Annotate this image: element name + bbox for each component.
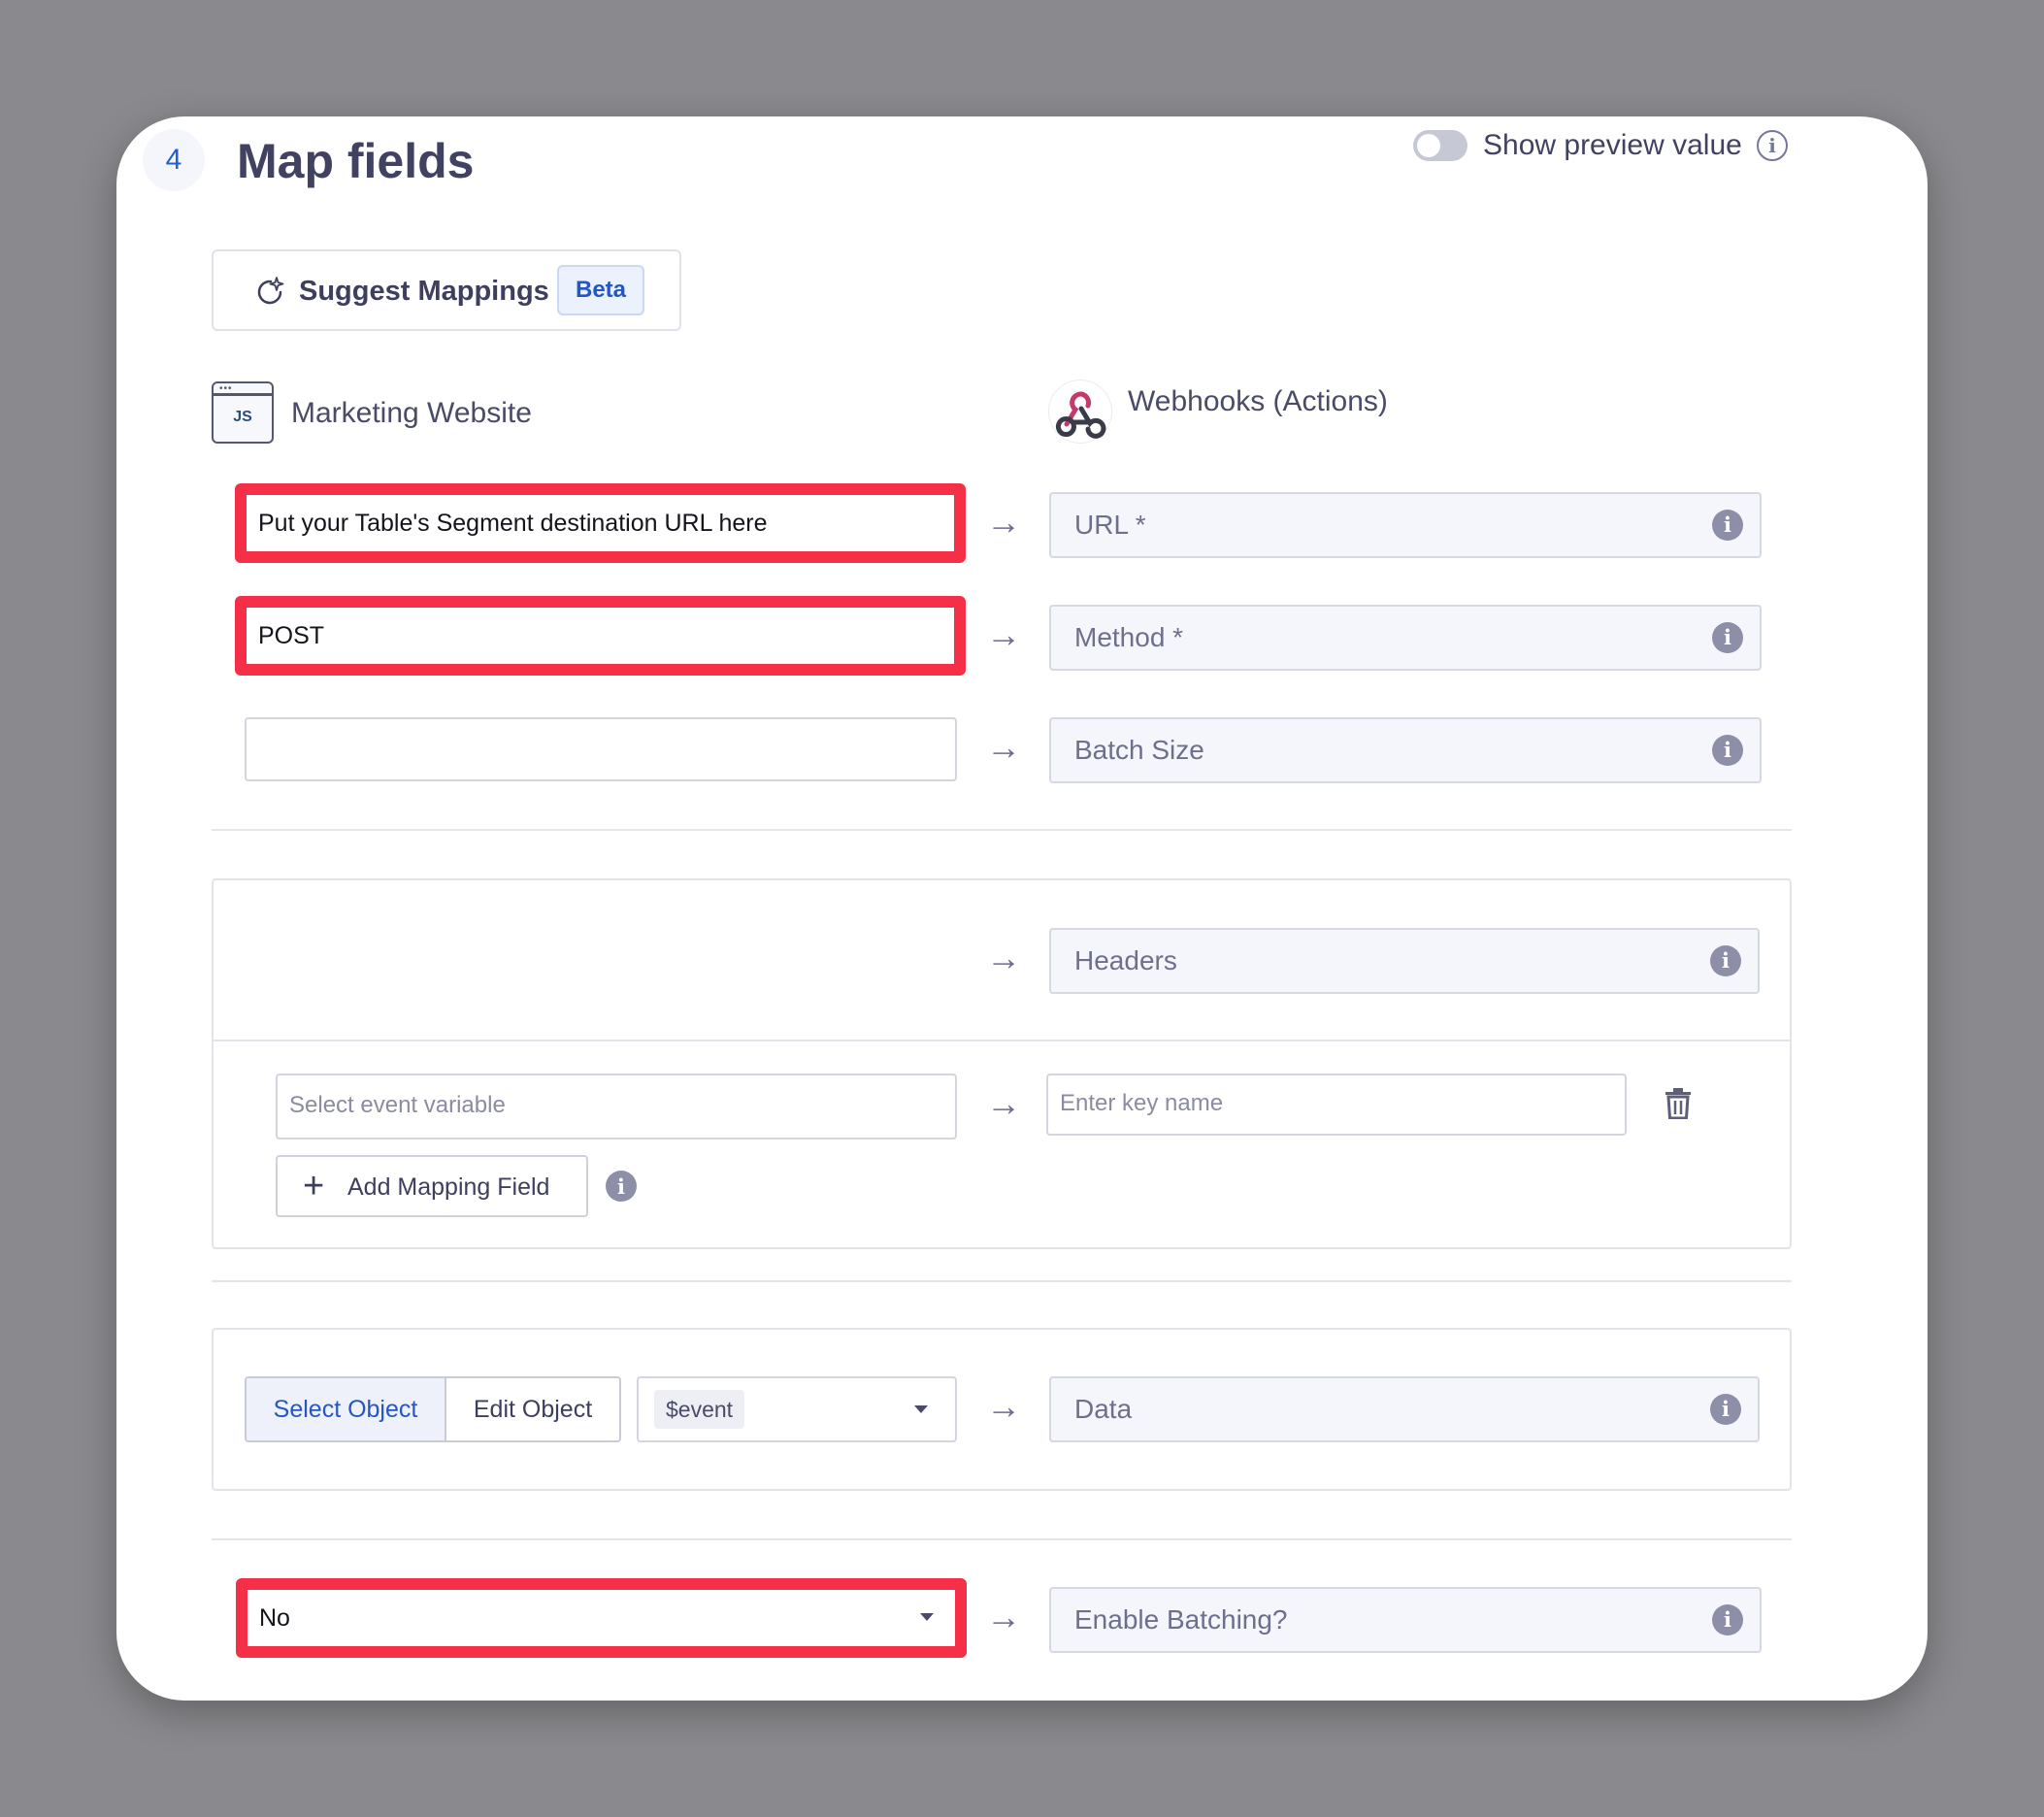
url-source-value: Put your Table's Segment destination URL… xyxy=(258,510,768,537)
arrow-right-icon: → xyxy=(986,727,1021,767)
data-panel: Select Object Edit Object $event → Data … xyxy=(212,1328,1792,1491)
batch-size-target-label: Batch Size xyxy=(1074,735,1204,765)
source-name: Marketing Website xyxy=(291,397,532,429)
batching-source-value: No xyxy=(259,1604,290,1632)
chevron-down-icon xyxy=(920,1613,934,1621)
method-target-field: Method * i xyxy=(1049,605,1762,671)
batching-source-select[interactable]: No xyxy=(236,1578,967,1658)
data-target-label: Data xyxy=(1074,1394,1133,1424)
arrow-right-icon: → xyxy=(986,1083,1021,1123)
window-bar xyxy=(214,393,272,396)
event-chip: $event xyxy=(654,1390,745,1429)
divider xyxy=(212,829,1792,831)
event-object-select[interactable]: $event xyxy=(637,1376,957,1442)
edit-object-tab[interactable]: Edit Object xyxy=(446,1378,619,1440)
beta-badge: Beta xyxy=(557,265,644,315)
url-target-field: URL * i xyxy=(1049,492,1762,558)
batching-target-field: Enable Batching? i xyxy=(1049,1587,1762,1653)
suggest-mappings-label: Suggest Mappings xyxy=(299,276,549,307)
info-icon[interactable]: i xyxy=(1712,735,1743,766)
method-source-field[interactable]: POST xyxy=(235,596,966,676)
preview-toggle[interactable] xyxy=(1413,130,1467,161)
batch-size-source-field[interactable] xyxy=(245,717,957,781)
sparkle-refresh-icon xyxy=(257,277,284,305)
javascript-source-icon: ••• JS xyxy=(212,381,274,444)
map-fields-card: 4 Map fields Show preview value i Sugges… xyxy=(116,116,1928,1701)
divider xyxy=(214,1040,1790,1041)
info-icon[interactable]: i xyxy=(1757,130,1788,161)
preview-toggle-label: Show preview value xyxy=(1483,129,1742,161)
select-object-tab[interactable]: Select Object xyxy=(247,1378,446,1440)
data-target-field: Data i xyxy=(1049,1376,1760,1442)
headers-target-label: Headers xyxy=(1074,945,1177,975)
add-mapping-field-label: Add Mapping Field xyxy=(347,1173,550,1201)
divider xyxy=(212,1280,1792,1282)
headers-target-field: Headers i xyxy=(1049,928,1760,994)
arrow-right-icon: → xyxy=(986,502,1021,542)
page-title: Map fields xyxy=(237,134,475,188)
batching-target-label: Enable Batching? xyxy=(1074,1604,1288,1635)
method-target-label: Method * xyxy=(1074,622,1184,652)
trash-icon[interactable] xyxy=(1664,1088,1693,1119)
info-icon[interactable]: i xyxy=(1710,945,1741,976)
step-number-badge: 4 xyxy=(143,129,205,191)
arrow-right-icon: → xyxy=(986,1597,1021,1636)
info-icon[interactable]: i xyxy=(1710,1394,1741,1425)
js-label: JS xyxy=(233,409,252,425)
arrow-right-icon: → xyxy=(986,614,1021,654)
add-mapping-field-button[interactable]: + Add Mapping Field xyxy=(276,1155,588,1217)
window-dots: ••• xyxy=(219,383,233,394)
suggest-mappings-button[interactable]: Suggest Mappings Beta xyxy=(212,249,681,331)
divider xyxy=(212,1538,1792,1540)
info-icon[interactable]: i xyxy=(1712,510,1743,541)
arrow-right-icon: → xyxy=(986,938,1021,977)
plus-icon: + xyxy=(303,1166,325,1206)
key-name-input[interactable]: Enter key name xyxy=(1046,1074,1627,1136)
toggle-knob xyxy=(1417,134,1440,157)
event-variable-select[interactable]: Select event variable xyxy=(276,1074,957,1140)
info-icon[interactable]: i xyxy=(1712,622,1743,653)
webhook-icon xyxy=(1048,380,1112,444)
url-source-field[interactable]: Put your Table's Segment destination URL… xyxy=(235,483,966,563)
destination-name: Webhooks (Actions) xyxy=(1128,385,1388,417)
method-source-value: POST xyxy=(258,622,325,649)
url-target-label: URL * xyxy=(1074,510,1146,540)
info-icon[interactable]: i xyxy=(1712,1604,1743,1635)
object-mode-switch: Select Object Edit Object xyxy=(245,1376,621,1442)
arrow-right-icon: → xyxy=(986,1386,1021,1426)
info-icon[interactable]: i xyxy=(606,1171,637,1202)
chevron-down-icon xyxy=(914,1405,928,1413)
batch-size-target-field: Batch Size i xyxy=(1049,717,1762,783)
